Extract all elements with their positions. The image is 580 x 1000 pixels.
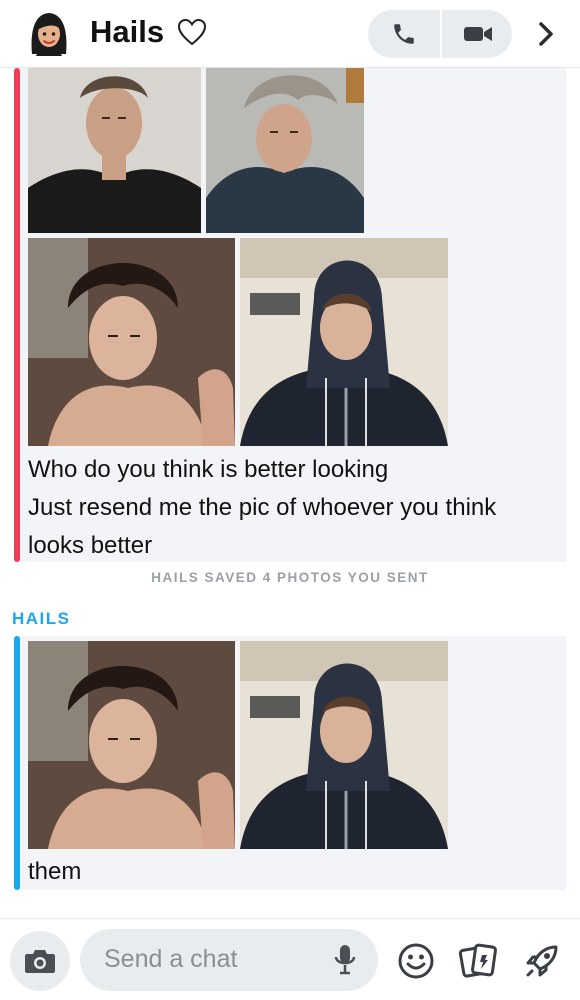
phone-icon xyxy=(394,24,414,44)
chat-input-placeholder: Send a chat xyxy=(104,945,238,973)
camera-button[interactable] xyxy=(10,931,70,991)
message-block-received: them xyxy=(14,636,566,890)
chat-composer: Send a chat xyxy=(0,918,580,1000)
photo-thumbnail[interactable] xyxy=(28,238,235,446)
message-line: Who do you think is better looking xyxy=(28,456,389,483)
photo-thumbnail[interactable] xyxy=(240,238,448,446)
voice-call-button[interactable] xyxy=(368,10,440,58)
smiley-icon[interactable] xyxy=(396,941,436,981)
message-line: looks better xyxy=(28,532,153,559)
cards-icon[interactable] xyxy=(458,941,498,981)
microphone-icon[interactable] xyxy=(330,943,360,977)
message-block-sent: Who do you think is better looking Just … xyxy=(14,68,566,562)
chevron-right-icon[interactable] xyxy=(528,16,564,52)
rocket-icon[interactable] xyxy=(522,941,562,981)
message-line: them xyxy=(28,858,82,885)
chat-header: Hails xyxy=(0,0,580,68)
system-note-saved: HAILS SAVED 4 PHOTOS YOU SENT xyxy=(151,570,429,585)
photo-thumbnail[interactable] xyxy=(206,68,364,233)
message-text: Who do you think is better looking Just … xyxy=(28,451,496,565)
message-line: Just resend me the pic of whoever you th… xyxy=(28,494,497,521)
bitmoji-avatar[interactable] xyxy=(24,8,74,58)
camera-icon xyxy=(25,950,55,973)
sender-label: HAILS xyxy=(12,609,71,628)
photo-thumbnail[interactable] xyxy=(28,68,201,233)
heart-outline-icon xyxy=(176,16,208,48)
photo-thumbnail[interactable] xyxy=(28,641,235,849)
call-buttons xyxy=(368,10,512,58)
sent-message-bar xyxy=(14,68,20,562)
message-text: them xyxy=(28,853,81,891)
contact-name[interactable]: Hails xyxy=(90,14,164,50)
video-call-button[interactable] xyxy=(442,10,514,58)
video-camera-icon xyxy=(464,27,492,41)
received-message-bar xyxy=(14,636,20,890)
photo-thumbnail[interactable] xyxy=(240,641,448,849)
